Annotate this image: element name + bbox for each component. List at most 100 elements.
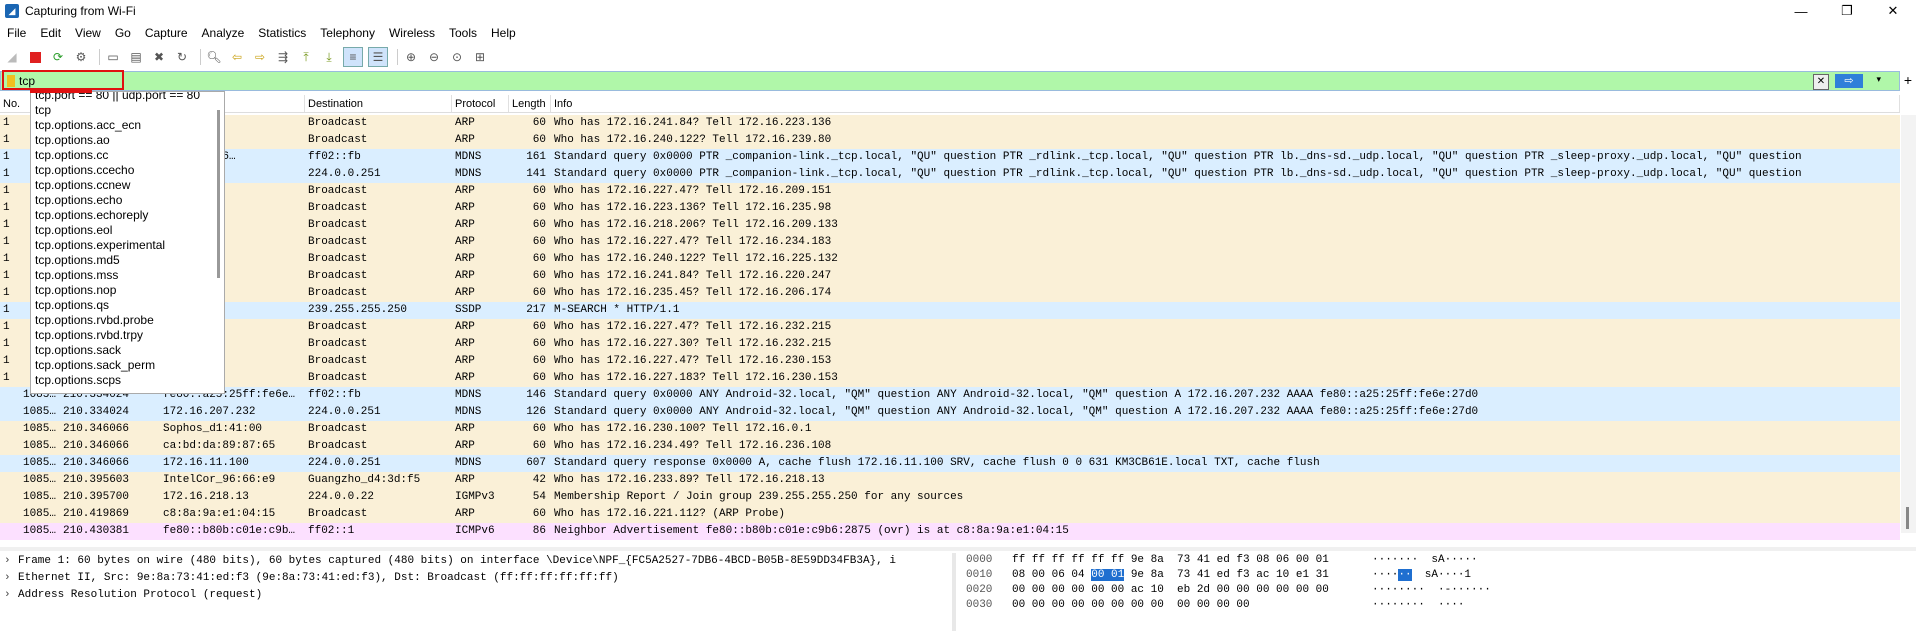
display-filter-input[interactable] [19,73,1519,89]
table-row[interactable]: 1085… 210.334024 172.16.207.232 224.0.0.251… [0,404,1900,421]
column-info[interactable]: Info [551,95,1900,112]
table-row[interactable]: 114:db:5bBroadcastARP60Who has 172.16.21… [0,217,1900,234]
menu-wireless[interactable]: Wireless [382,26,442,40]
hex-ascii[interactable]: ······ sA····1 [1372,568,1532,583]
autocomplete-item[interactable]: tcp.options.mss [31,268,224,283]
save-file-icon[interactable]: ▤ [127,48,145,66]
autocomplete-item[interactable]: tcp.options.sack_perm [31,358,224,373]
autocomplete-item[interactable]: tcp.options.qs [31,298,224,313]
table-row[interactable]: 1085… 210.334024 fe80::a25:25ff:fe6e… ff02:… [0,387,1900,404]
packet-list-scrollbar[interactable] [1901,115,1916,533]
detail-arp[interactable]: › Address Resolution Protocol (request) [0,587,952,604]
table-row[interactable]: 1f1:d8:38BroadcastARP60Who has 172.16.22… [0,319,1900,336]
bookmark-icon[interactable] [7,75,15,87]
close-file-icon[interactable]: ✖ [150,48,168,66]
table-row[interactable]: 1085… 210.346066 Sophos_d1:41:00 Broadcast A… [0,421,1900,438]
autoscroll-icon[interactable]: ≡ [343,47,363,67]
table-row[interactable]: 143:cd:b4BroadcastARP60Who has 172.16.24… [0,268,1900,285]
menu-go[interactable]: Go [108,26,138,40]
menu-telephony[interactable]: Telephony [313,26,382,40]
hex-row[interactable]: 0020 00 00 00 00 00 00 ac 10 eb 2d 00 00 … [958,583,1916,598]
restart-capture-icon[interactable]: ⟳ [49,48,67,66]
colorize-icon[interactable]: ☰ [368,47,388,67]
zoom-in-icon[interactable]: ⊕ [402,48,420,66]
table-row[interactable]: 1085… 210.346066 ca:bd:da:89:87:65 Broadcas… [0,438,1900,455]
hex-row[interactable]: 0030 00 00 00 00 00 00 00 00 00 00 00 00 ·… [958,598,1916,613]
detail-ethernet[interactable]: › Ethernet II, Src: 9e:8a:73:41:ed:f3 (9e… [0,570,952,587]
hex-ascii[interactable]: ········ ···· [1372,598,1532,613]
close-button[interactable]: ✕ [1870,0,1916,22]
column-length[interactable]: Length [509,95,551,112]
menu-statistics[interactable]: Statistics [251,26,313,40]
stop-capture-icon[interactable] [26,48,44,66]
add-filter-button[interactable]: + [1904,72,1912,88]
apply-filter-button[interactable]: ⇨ [1835,74,1863,88]
table-row[interactable]: 1a0:2e:38BroadcastARP60Who has 172.16.22… [0,183,1900,200]
table-row[interactable]: 14.217239.255.255.250SSDP217M-SEARCH * H… [0,302,1900,319]
menu-help[interactable]: Help [484,26,523,40]
autocomplete-item[interactable]: tcp.options.ccnew [31,178,224,193]
find-packet-icon[interactable]: 🔍︎ [205,48,223,66]
go-back-icon[interactable]: ⇦ [228,48,246,66]
autocomplete-item[interactable]: tcp.options.ao [31,133,224,148]
zoom-out-icon[interactable]: ⊖ [425,48,443,66]
table-row[interactable]: 1f1:d8:38BroadcastARP60Who has 172.16.22… [0,336,1900,353]
detail-frame[interactable]: › Frame 1: 60 bytes on wire (480 bits), 6… [0,553,952,570]
column-destination[interactable]: Destination [305,95,452,112]
autocomplete-item[interactable]: tcp.options.echoreply [31,208,224,223]
table-row[interactable]: 10b:aa:54BroadcastARP60Who has 172.16.22… [0,234,1900,251]
autocomplete-item[interactable]: tcp [31,103,224,118]
autocomplete-item[interactable]: tcp.options.scps [31,373,224,388]
hex-bytes[interactable]: 00 00 00 00 00 00 ac 10 eb 2d 00 00 00 0… [1012,583,1372,598]
table-row[interactable]: 1085… 210.346066 172.16.11.100 224.0.0.251 M… [0,455,1900,472]
autocomplete-item[interactable]: tcp.options.experimental [31,238,224,253]
resize-columns-icon[interactable]: ⊞ [471,48,489,66]
normal-size-icon[interactable]: ⊙ [448,48,466,66]
table-row[interactable]: 1085… 210.395603 IntelCor_96:66:e9 Guangzho… [0,472,1900,489]
hex-bytes[interactable]: 00 00 00 00 00 00 00 00 00 00 00 00 [1012,598,1372,613]
table-row[interactable]: 17.207224.0.0.251MDNS141Standard query 0… [0,166,1900,183]
filter-history-dropdown-icon[interactable]: ▾ [1876,74,1881,85]
maximize-button[interactable]: ❐ [1824,0,1870,22]
autocomplete-scrollbar[interactable] [217,110,220,278]
shark-fin-start-icon[interactable]: ◢ [3,48,21,66]
menu-file[interactable]: File [0,26,33,40]
autocomplete-item[interactable]: tcp.options.rvbd.probe [31,313,224,328]
go-forward-icon[interactable]: ⇨ [251,48,269,66]
column-protocol[interactable]: Protocol [452,95,509,112]
minimize-button[interactable]: — [1778,0,1824,22]
open-file-icon[interactable]: ▭ [104,48,122,66]
autocomplete-item[interactable]: tcp.options.eol [31,223,224,238]
hex-bytes[interactable]: 08 00 06 04 00 01 9e 8a 73 41 ed f3 ac 1… [1012,568,1372,583]
table-row[interactable]: 1085… 210.430381 fe80::b80b:c01e:c9b… ff02:… [0,523,1900,540]
vertical-pane-divider[interactable] [952,553,956,631]
table-row[interactable]: 14:7c4c:676…ff02::fbMDNS161Standard quer… [0,149,1900,166]
table-row[interactable]: 1085… 210.419869 c8:8a:9a:e1:04:15 Broadcas… [0,506,1900,523]
clear-filter-icon[interactable]: ✕ [1813,74,1829,90]
last-packet-icon[interactable]: ⤓ [320,48,338,66]
capture-options-icon[interactable]: ⚙ [72,48,90,66]
table-row[interactable]: 10c:92:0aBroadcastARP60Who has 172.16.22… [0,353,1900,370]
hex-ascii[interactable]: ······· sA····· [1372,553,1532,568]
table-row[interactable]: 1f7:df:84BroadcastARP60Who has 172.16.22… [0,200,1900,217]
autocomplete-item[interactable]: tcp.options.rvbd.trpy [31,328,224,343]
autocomplete-item[interactable]: tcp.options.ccecho [31,163,224,178]
menu-view[interactable]: View [68,26,108,40]
table-row[interactable]: 10c:92:0aBroadcastARP60Who has 172.16.22… [0,370,1900,387]
menu-edit[interactable]: Edit [33,26,68,40]
table-row[interactable]: 17c:8b:4eBroadcastARP60Who has 172.16.23… [0,285,1900,302]
menu-capture[interactable]: Capture [138,26,195,40]
menu-tools[interactable]: Tools [442,26,484,40]
autocomplete-item[interactable]: tcp.options.acc_ecn [31,118,224,133]
reload-file-icon[interactable]: ↻ [173,48,191,66]
autocomplete-item[interactable]: tcp.options.nop [31,283,224,298]
table-row[interactable]: 14d:0b:14BroadcastARP60Who has 172.16.24… [0,115,1900,132]
autocomplete-item[interactable]: tcp.options.sack [31,343,224,358]
table-row[interactable]: 16c:0b:79BroadcastARP60Who has 172.16.24… [0,132,1900,149]
table-row[interactable]: 1085… 210.395700 172.16.218.13 224.0.0.22 IG… [0,489,1900,506]
pane-divider[interactable] [0,547,1916,551]
autocomplete-item[interactable]: tcp.options.echo [31,193,224,208]
autocomplete-item[interactable]: tcp.options.md5 [31,253,224,268]
hex-ascii[interactable]: ········ ·-······ [1372,583,1532,598]
hex-row[interactable]: 0010 08 00 06 04 00 01 9e 8a 73 41 ed f3 … [958,568,1916,583]
